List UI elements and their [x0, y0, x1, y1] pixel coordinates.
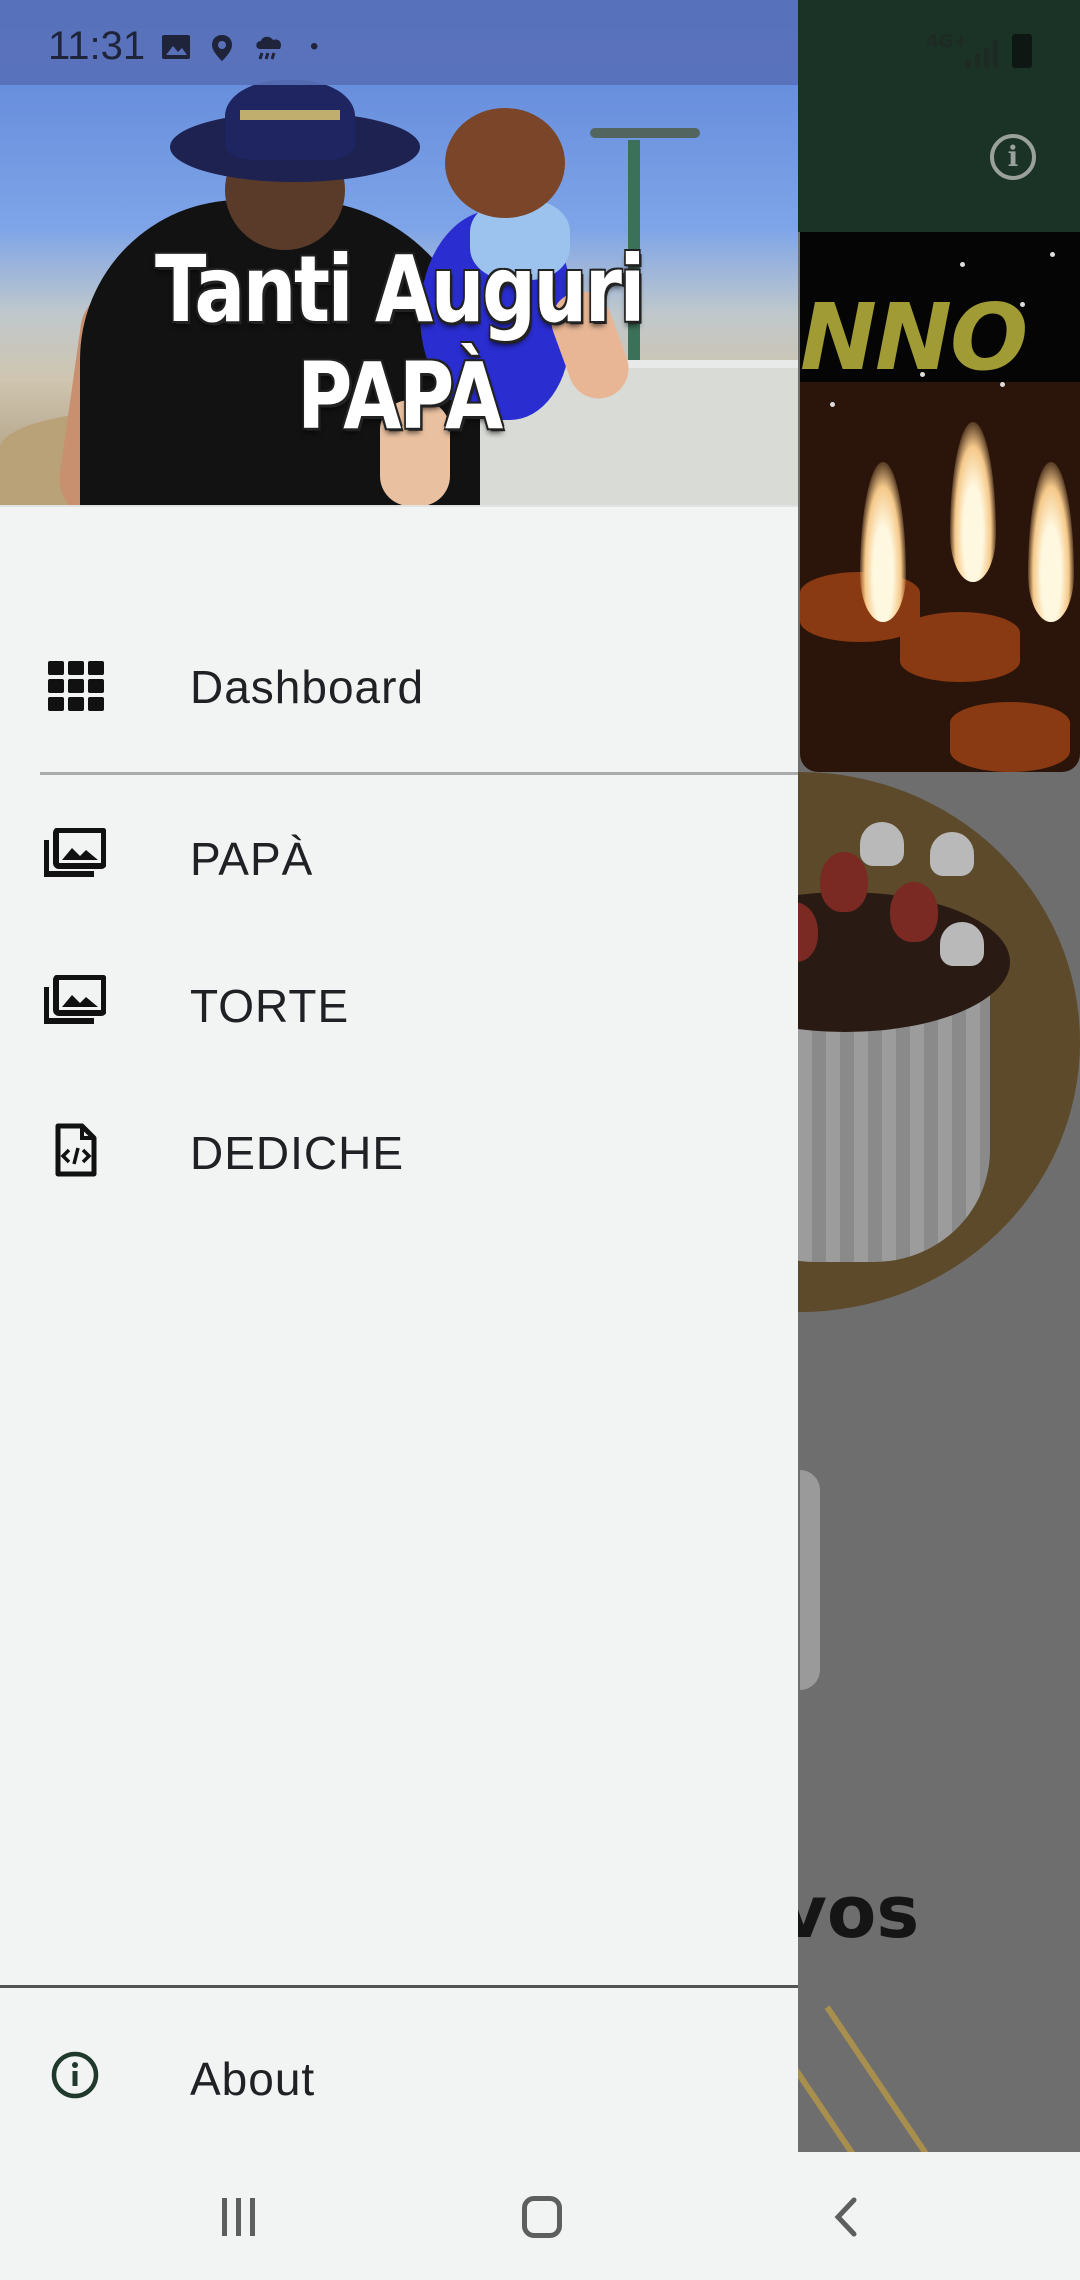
menu-item-label: About	[190, 2053, 316, 2105]
header-divider	[0, 505, 798, 507]
status-time: 11:31	[48, 24, 146, 68]
signal-icon	[966, 40, 1002, 68]
status-bar: 11:31 • 4G+	[0, 0, 1080, 85]
photo-library-icon	[43, 827, 107, 888]
info-icon[interactable]: i	[990, 134, 1036, 180]
card-text-fragment: vos	[780, 1870, 920, 1954]
footer-divider	[0, 1985, 798, 1988]
back-icon[interactable]	[826, 2192, 886, 2242]
menu-item-dashboard[interactable]: Dashboard	[0, 616, 798, 756]
card-title-fragment: NNO	[800, 284, 1028, 391]
navigation-drawer: Tanti Auguri PAPÀ Dashboard PAPÀ TORTE D…	[0, 0, 798, 2152]
code-file-icon	[54, 1122, 114, 1182]
drawer-header-title: Tanti Auguri PAPÀ	[155, 236, 645, 450]
info-icon	[50, 2050, 110, 2110]
menu-divider	[40, 772, 798, 775]
photo-library-icon	[43, 974, 107, 1035]
menu-item-label: Dashboard	[190, 661, 425, 713]
menu-item-torte[interactable]: TORTE	[0, 935, 798, 1075]
candles-card[interactable]: NNO	[800, 232, 1080, 772]
notification-dot-icon: •	[310, 33, 319, 60]
menu-item-papa[interactable]: PAPÀ	[0, 788, 798, 928]
image-notification-icon	[160, 33, 192, 61]
location-icon	[208, 33, 240, 61]
grid-icon	[48, 661, 108, 721]
network-type: 4G+	[926, 31, 969, 52]
menu-item-label: TORTE	[190, 980, 350, 1032]
menu-item-about[interactable]: About	[0, 2008, 798, 2148]
system-nav-bar	[0, 2152, 1080, 2280]
recents-icon[interactable]	[218, 2192, 278, 2242]
battery-icon	[1012, 34, 1032, 68]
weather-rain-icon	[252, 33, 284, 61]
menu-item-dediche[interactable]: DEDICHE	[0, 1082, 798, 1222]
home-icon[interactable]	[522, 2196, 562, 2238]
menu-item-label: DEDICHE	[190, 1127, 405, 1179]
plate-card-edge	[800, 1470, 820, 1690]
menu-item-label: PAPÀ	[190, 833, 314, 885]
